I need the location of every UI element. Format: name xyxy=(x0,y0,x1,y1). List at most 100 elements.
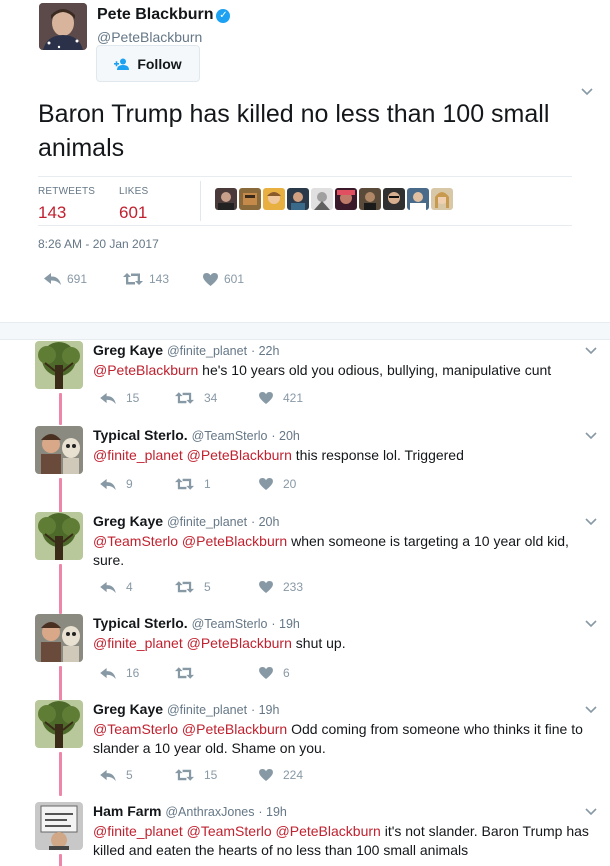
like-count: 224 xyxy=(283,768,304,782)
reply-time[interactable]: · 19h xyxy=(251,703,280,717)
reply-time[interactable]: · 22h xyxy=(251,344,280,358)
author-handle[interactable]: @PeteBlackburn xyxy=(97,29,202,45)
reply-count: 691 xyxy=(67,272,88,286)
reply-author-name[interactable]: Greg Kaye xyxy=(93,342,163,358)
liker-avatar[interactable] xyxy=(335,188,357,210)
reply-author-handle[interactable]: @finite_planet xyxy=(167,515,247,529)
chevron-down-icon[interactable] xyxy=(585,518,597,526)
chevron-down-icon[interactable] xyxy=(585,620,597,628)
mention-link[interactable]: @TeamSterlo xyxy=(93,721,178,737)
reply-button[interactable]: 5 xyxy=(100,768,175,782)
reply-button[interactable]: 15 xyxy=(100,391,175,405)
chevron-down-icon[interactable] xyxy=(585,808,597,816)
stats-divider xyxy=(200,181,201,221)
likes-stat[interactable]: LIKES 601 xyxy=(119,186,148,223)
retweet-button[interactable]: 5 xyxy=(175,580,259,594)
liker-avatar[interactable] xyxy=(359,188,381,210)
liker-avatar[interactable] xyxy=(287,188,309,210)
like-button[interactable]: 6 xyxy=(259,666,290,680)
reply-avatar[interactable] xyxy=(35,512,83,560)
reply-author-name[interactable]: Typical Sterlo. xyxy=(93,615,188,631)
reply-header: Greg Kaye @finite_planet · 19h xyxy=(93,701,279,717)
mention-link[interactable]: @PeteBlackburn xyxy=(182,533,287,549)
reply-time[interactable]: · 19h xyxy=(258,805,287,819)
retweet-button[interactable] xyxy=(175,666,259,680)
like-count: 233 xyxy=(283,580,304,594)
author-avatar[interactable] xyxy=(39,3,87,50)
reply-avatar[interactable] xyxy=(35,426,83,474)
mention-link[interactable]: @TeamSterlo xyxy=(187,823,272,839)
thread-line xyxy=(59,854,62,866)
reply-author-name[interactable]: Greg Kaye xyxy=(93,513,163,529)
retweet-button[interactable]: 15 xyxy=(175,768,259,782)
follow-button[interactable]: Follow xyxy=(96,45,200,82)
reply-actions: 16 6 xyxy=(100,666,290,680)
mention-link[interactable]: @PeteBlackburn xyxy=(276,823,381,839)
chevron-down-icon[interactable] xyxy=(585,432,597,440)
reply-button[interactable]: 9 xyxy=(100,477,175,491)
like-button[interactable]: 233 xyxy=(259,580,303,594)
reply-author-handle[interactable]: @finite_planet xyxy=(167,703,247,717)
mention-link[interactable]: @PeteBlackburn xyxy=(187,447,292,463)
mention-link[interactable]: @finite_planet xyxy=(93,447,183,463)
mention-link[interactable]: @PeteBlackburn xyxy=(182,721,287,737)
liker-avatar[interactable] xyxy=(263,188,285,210)
retweet-button[interactable]: 143 xyxy=(123,272,203,286)
reply-count: 4 xyxy=(126,580,133,594)
like-button[interactable]: 224 xyxy=(259,768,303,782)
reply-time[interactable]: · 20h xyxy=(271,429,300,443)
chevron-down-icon[interactable] xyxy=(585,347,597,355)
mention-link[interactable]: @TeamSterlo xyxy=(93,533,178,549)
retweet-icon xyxy=(123,273,143,285)
retweet-count: 34 xyxy=(204,391,218,405)
thread-line xyxy=(59,564,62,614)
reply-button[interactable]: 4 xyxy=(100,580,175,594)
reply-author-name[interactable]: Ham Farm xyxy=(93,803,161,819)
reply-header: Ham Farm @AnthraxJones · 19h xyxy=(93,803,287,819)
mention-link[interactable]: @PeteBlackburn xyxy=(93,362,198,378)
mention-link[interactable]: @PeteBlackburn xyxy=(187,635,292,651)
tweet-timestamp[interactable]: 8:26 AM - 20 Jan 2017 xyxy=(38,237,159,251)
chevron-down-icon[interactable] xyxy=(585,706,597,714)
liker-avatar[interactable] xyxy=(383,188,405,210)
heart-icon xyxy=(203,272,218,286)
reply-time[interactable]: · 20h xyxy=(251,515,280,529)
like-count: 421 xyxy=(283,391,304,405)
author-name[interactable]: Pete Blackburn ✓ xyxy=(97,6,231,24)
reply-author-handle[interactable]: @TeamSterlo xyxy=(192,617,268,631)
reply-avatar[interactable] xyxy=(35,802,83,850)
section-separator xyxy=(0,322,610,340)
reply-button[interactable]: 16 xyxy=(100,666,175,680)
liker-avatar[interactable] xyxy=(215,188,237,210)
liker-avatar[interactable] xyxy=(239,188,261,210)
reply-avatar[interactable] xyxy=(35,341,83,389)
liker-avatar[interactable] xyxy=(311,188,333,210)
reply-author-handle[interactable]: @finite_planet xyxy=(167,344,247,358)
reply-count: 9 xyxy=(126,477,133,491)
chevron-down-icon[interactable] xyxy=(581,88,593,96)
reply-author-name[interactable]: Typical Sterlo. xyxy=(93,427,188,443)
retweet-count: 15 xyxy=(204,768,218,782)
reply-button[interactable]: 691 xyxy=(44,272,123,286)
mention-link[interactable]: @finite_planet xyxy=(93,635,183,651)
retweet-button[interactable]: 1 xyxy=(175,477,259,491)
heart-icon xyxy=(259,667,273,679)
like-button[interactable]: 601 xyxy=(203,272,244,286)
retweet-button[interactable]: 34 xyxy=(175,391,259,405)
mention-link[interactable]: @finite_planet xyxy=(93,823,183,839)
reply-time[interactable]: · 19h xyxy=(271,617,300,631)
liker-avatar[interactable] xyxy=(431,188,453,210)
retweets-stat[interactable]: RETWEETS 143 xyxy=(38,186,95,223)
liker-avatar[interactable] xyxy=(407,188,429,210)
reply-avatar[interactable] xyxy=(35,614,83,662)
like-button[interactable]: 421 xyxy=(259,391,303,405)
reply-author-name[interactable]: Greg Kaye xyxy=(93,701,163,717)
like-button[interactable]: 20 xyxy=(259,477,296,491)
reply-author-handle[interactable]: @TeamSterlo xyxy=(192,429,268,443)
reply-text: @TeamSterlo @PeteBlackburn when someone … xyxy=(93,532,593,570)
reply-icon xyxy=(100,478,116,490)
reply-avatar[interactable] xyxy=(35,700,83,748)
reply-author-handle[interactable]: @AnthraxJones xyxy=(165,805,254,819)
retweet-icon xyxy=(175,581,194,593)
author-name-text[interactable]: Pete Blackburn xyxy=(97,6,213,23)
